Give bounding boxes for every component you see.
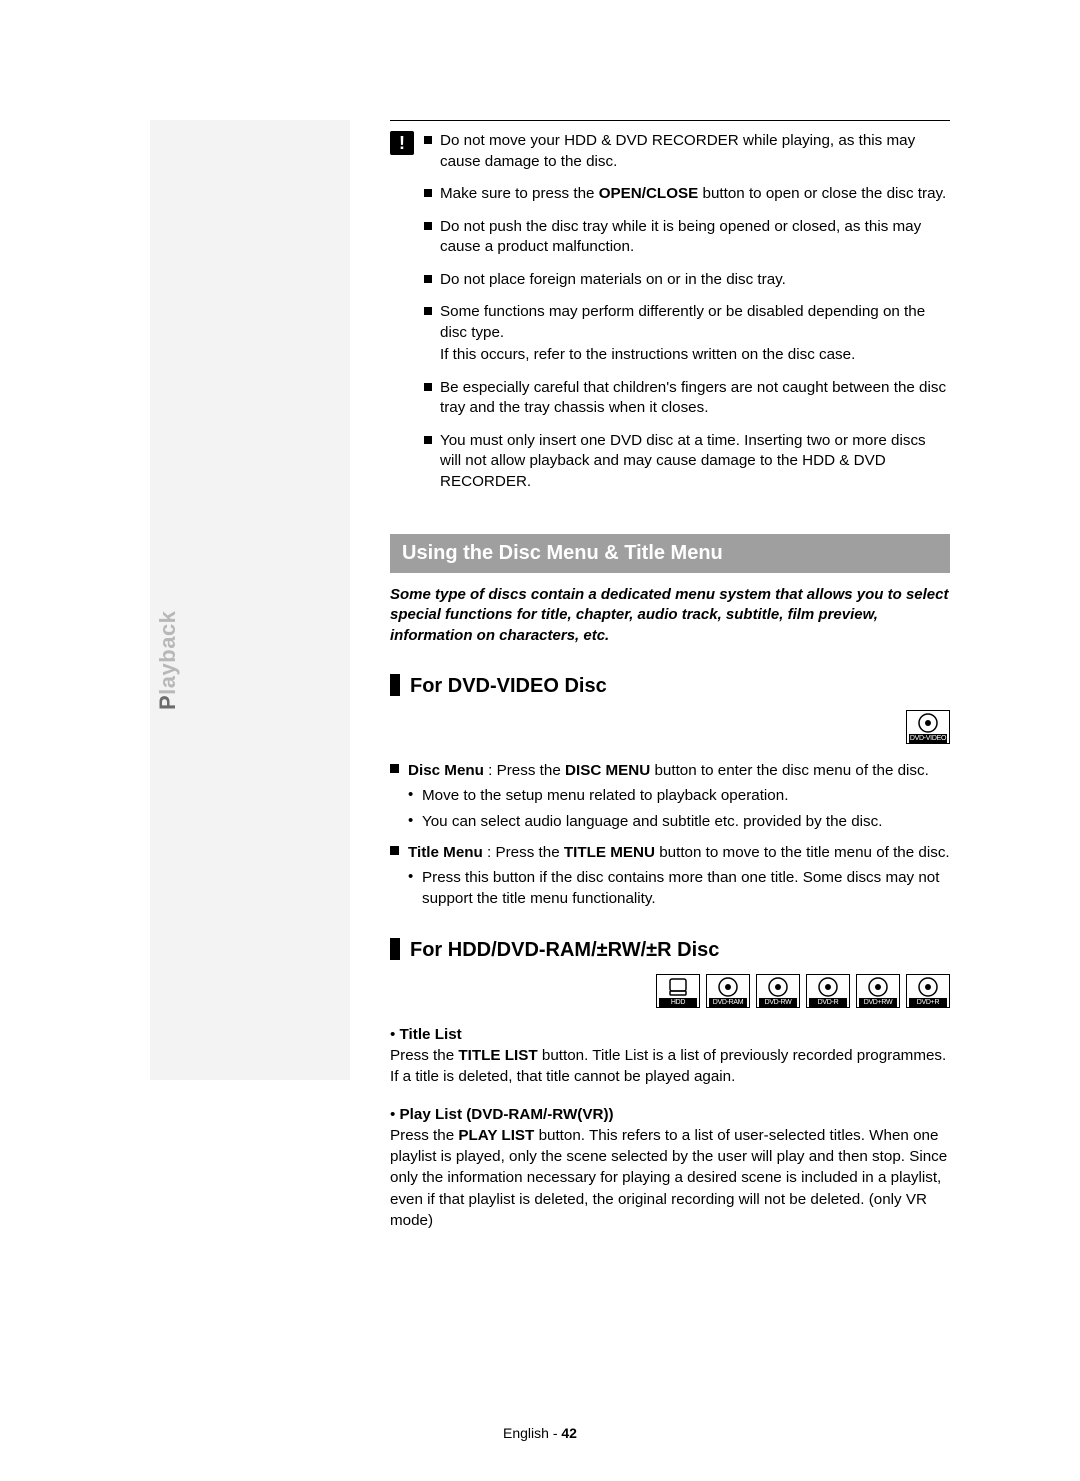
caution-block: ! Do not move your HDD & DVD RECORDER wh… <box>390 131 950 504</box>
badge-hdd: HDD <box>656 974 700 1008</box>
title-list-entry: • Title List Press the TITLE LIST button… <box>390 1024 950 1088</box>
section-tab-initial: P <box>155 695 180 710</box>
subheading-hdd-dvd: For HDD/DVD-RAM/±RW/±R Disc <box>390 938 950 960</box>
title-menu-sublist: Press this button if the disc contains m… <box>408 867 950 910</box>
disc-icon <box>815 976 841 998</box>
sub-bullet: Press this button if the disc contains m… <box>408 867 950 910</box>
hdd-icon <box>665 976 691 998</box>
section-intro: Some type of discs contain a dedicated m… <box>390 585 950 646</box>
caution-item: Be especially careful that children's fi… <box>424 378 950 419</box>
disc-icon <box>765 976 791 998</box>
section-tab-rest: layback <box>155 611 180 695</box>
title-menu-item: Title Menu : Press the TITLE MENU button… <box>390 842 950 910</box>
heading-bar-icon <box>390 674 400 696</box>
badge-dvdr: DVD-R <box>806 974 850 1008</box>
caution-item: Do not place foreign materials on or in … <box>424 270 950 291</box>
caution-item: Make sure to press the OPEN/CLOSE button… <box>424 184 950 205</box>
caution-item: Do not move your HDD & DVD RECORDER whil… <box>424 131 950 172</box>
disc-icon <box>865 976 891 998</box>
subheading-dvd-video: For DVD-VIDEO Disc <box>390 674 950 696</box>
disc-menu-item: Disc Menu : Press the DISC MENU button t… <box>390 760 950 832</box>
caution-item: Do not push the disc tray while it is be… <box>424 217 950 258</box>
badge-dvd-video: DVD-VIDEO <box>906 710 950 744</box>
play-list-entry: • Play List (DVD-RAM/-RW(VR)) Press the … <box>390 1104 950 1232</box>
disc-icon <box>915 976 941 998</box>
manual-page: Playback ! Do not move your HDD & DVD RE… <box>0 0 1080 1481</box>
disc-icon <box>715 976 741 998</box>
badge-dvdram: DVD-RAM <box>706 974 750 1008</box>
caution-item: You must only insert one DVD disc at a t… <box>424 431 950 493</box>
caution-icon: ! <box>390 131 414 155</box>
disc-menu-sublist: Move to the setup menu related to playba… <box>408 785 950 832</box>
section-heading: Using the Disc Menu & Title Menu <box>390 534 950 573</box>
content-column: ! Do not move your HDD & DVD RECORDER wh… <box>390 120 950 1231</box>
badge-dvdprw: DVD+RW <box>856 974 900 1008</box>
disc-icon <box>915 712 941 734</box>
disc-menu-block: Disc Menu : Press the DISC MENU button t… <box>390 760 950 910</box>
badge-dvdpr: DVD+R <box>906 974 950 1008</box>
disc-type-badges: DVD-VIDEO <box>390 710 950 744</box>
caution-list: Do not move your HDD & DVD RECORDER whil… <box>424 131 950 504</box>
top-rule <box>390 120 950 121</box>
sidebar-column <box>150 120 350 1080</box>
page-number: 42 <box>561 1425 577 1441</box>
section-tab-label: Playback <box>155 611 181 710</box>
caution-item: Some functions may perform differently o… <box>424 302 950 366</box>
heading-bar-icon <box>390 938 400 960</box>
disc-type-badges: HDD DVD-RAM DVD-RW DVD-R DVD+RW DVD+R <box>390 974 950 1008</box>
badge-dvdrw: DVD-RW <box>756 974 800 1008</box>
page-footer: English - 42 <box>0 1425 1080 1441</box>
sub-bullet: You can select audio language and subtit… <box>408 811 950 832</box>
sub-bullet: Move to the setup menu related to playba… <box>408 785 950 806</box>
